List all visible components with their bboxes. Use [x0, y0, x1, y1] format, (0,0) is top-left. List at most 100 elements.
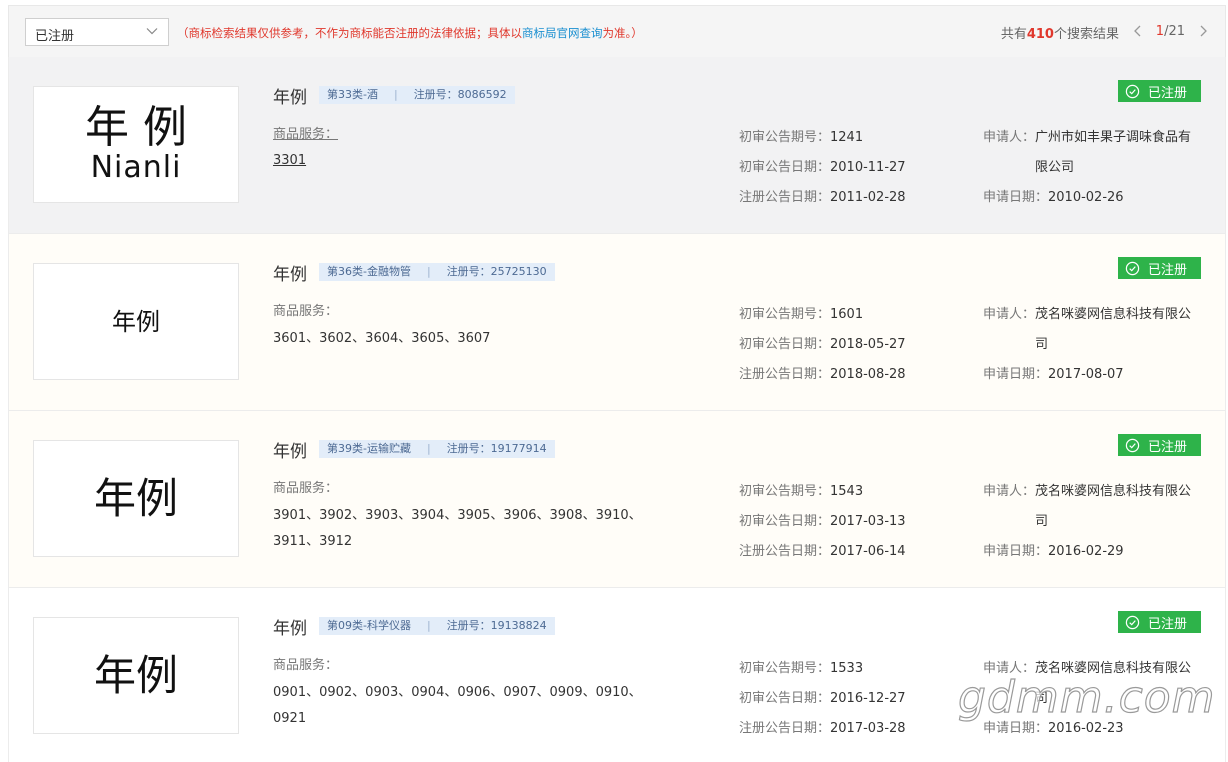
services-codes: 3601、3602、3604、3605、3607 [273, 331, 491, 346]
prelim-number-label: 初审公告期号： [739, 130, 831, 145]
tag-separator: | [393, 88, 398, 101]
pagination: 1/21 [1130, 21, 1211, 41]
reg-date-label: 注册公告日期： [739, 367, 831, 382]
applicant-label: 申请人： [983, 307, 1036, 322]
applicant-row: 申请人： 茂名咪婆网信息科技有限公司 [983, 477, 1203, 537]
prelim-number-row: 初审公告期号：1601 [739, 300, 906, 330]
results-toolbar: 已注册 （商标检索结果仅供参考，不作为商标能否注册的法律依据；具体以商标局官网查… [8, 5, 1226, 57]
next-page-icon[interactable] [1195, 23, 1211, 39]
check-circle-icon [1125, 261, 1140, 275]
applicant-name: 茂名咪婆网信息科技有限公司 [1035, 661, 1192, 706]
tag-separator: | [426, 442, 431, 455]
prev-page-icon[interactable] [1130, 23, 1146, 39]
status-badge: 已注册 [1118, 611, 1201, 633]
trademark-name[interactable]: 年例 [273, 83, 307, 108]
official-site-link[interactable]: 商标局官网查询 [522, 26, 603, 40]
trademark-name[interactable]: 年例 [273, 437, 307, 462]
services-label: 商品服务： [273, 658, 339, 673]
services-codes[interactable]: 3301 [273, 151, 643, 171]
prelim-number: 1533 [830, 661, 864, 676]
prelim-date-label: 初审公告日期： [739, 160, 831, 175]
trademark-logo[interactable]: 年例 [33, 440, 239, 557]
trademark-name[interactable]: 年例 [273, 260, 307, 285]
reg-date: 2011-02-28 [830, 190, 906, 205]
result-item[interactable]: 年例 年例 第39类-运输贮藏 | 注册号：19177914 商品服务： 3901、… [8, 411, 1226, 588]
prelim-number-label: 初审公告期号： [739, 661, 831, 676]
class-category: 第39类-运输贮藏 [327, 442, 411, 455]
status-badge-label: 已注册 [1148, 439, 1188, 455]
class-category: 第33类-酒 [327, 88, 378, 101]
services-label: 商品服务： [273, 481, 339, 496]
applicant-row: 申请人： 茂名咪婆网信息科技有限公司 [983, 300, 1203, 360]
reg-date: 2017-03-28 [830, 721, 906, 736]
result-count-number: 410 [1026, 27, 1054, 42]
applicant-row: 申请人： 茂名咪婆网信息科技有限公司 [983, 654, 1203, 714]
result-item[interactable]: 年 例 Nianli 年例 第33类-酒 | 注册号：8086592 商品服务： 3… [8, 57, 1226, 234]
prelim-date-row: 初审公告日期：2017-03-13 [739, 507, 906, 537]
disclaimer-text: （商标检索结果仅供参考，不作为商标能否注册的法律依据；具体以商标局官网查询为准。… [177, 25, 643, 41]
prelim-date: 2016-12-27 [830, 691, 906, 706]
services-label: 商品服务： [273, 304, 339, 319]
services-codes: 0901、0902、0903、0904、0906、0907、0909、0910、… [273, 685, 642, 726]
applicant-name: 茂名咪婆网信息科技有限公司 [1035, 307, 1192, 352]
apply-date: 2010-02-26 [1048, 190, 1124, 205]
result-count: 共有410个搜索结果 [1001, 23, 1119, 42]
reg-date-label: 注册公告日期： [739, 544, 831, 559]
class-tag: 第39类-运输贮藏 | 注册号：19177914 [319, 440, 555, 458]
tag-separator: | [426, 619, 431, 632]
services-label[interactable]: 商品服务： [273, 123, 338, 142]
applicant-info: 申请人： 茂名咪婆网信息科技有限公司 申请日期：2016-02-29 [983, 477, 1203, 567]
prelim-date-row: 初审公告日期：2018-05-27 [739, 330, 906, 360]
apply-date-label: 申请日期： [983, 544, 1049, 559]
applicant-row: 申请人： 广州市如丰果子调味食品有限公司 [983, 123, 1203, 183]
trademark-logo[interactable]: 年例 [33, 617, 239, 734]
trademark-logo[interactable]: 年 例 Nianli [33, 86, 239, 203]
prelim-date: 2017-03-13 [830, 514, 906, 529]
check-circle-icon [1125, 84, 1140, 98]
disclaimer-suffix: 为准。） [602, 26, 643, 40]
logo-chinese-text: 年例 [93, 473, 178, 523]
applicant-label: 申请人： [983, 661, 1036, 676]
apply-date: 2016-02-23 [1048, 721, 1124, 736]
status-filter-value: 已注册 [35, 29, 75, 44]
prelim-date-label: 初审公告日期： [739, 514, 831, 529]
reg-date-row: 注册公告日期：2018-08-28 [739, 360, 906, 390]
status-filter-select[interactable]: 已注册 [25, 18, 169, 46]
class-category: 第09类-科学仪器 [327, 619, 411, 632]
prelim-number-row: 初审公告期号：1533 [739, 654, 906, 684]
apply-date: 2017-08-07 [1048, 367, 1124, 382]
applicant-info: 申请人： 茂名咪婆网信息科技有限公司 申请日期：2017-08-07 [983, 300, 1203, 390]
class-tag: 第09类-科学仪器 | 注册号：19138824 [319, 617, 555, 635]
status-badge: 已注册 [1118, 80, 1201, 102]
prelim-number-label: 初审公告期号： [739, 307, 831, 322]
reg-date: 2018-08-28 [830, 367, 906, 382]
applicant-info: 申请人： 茂名咪婆网信息科技有限公司 申请日期：2016-02-23 [983, 654, 1203, 744]
registration-number: 注册号：25725130 [446, 265, 547, 278]
trademark-name[interactable]: 年例 [273, 614, 307, 639]
announcement-info: 初审公告期号：1533 初审公告日期：2016-12-27 注册公告日期：201… [739, 654, 906, 744]
result-item[interactable]: 年例 年例 第36类-金融物管 | 注册号：25725130 商品服务： 3601、… [8, 234, 1226, 411]
prelim-date: 2018-05-27 [830, 337, 906, 352]
applicant-name: 茂名咪婆网信息科技有限公司 [1035, 484, 1192, 529]
check-circle-icon [1125, 438, 1140, 452]
prelim-date-label: 初审公告日期： [739, 691, 831, 706]
trademark-logo[interactable]: 年例 [33, 263, 239, 380]
status-badge-label: 已注册 [1148, 85, 1188, 101]
applicant-label: 申请人： [983, 484, 1036, 499]
reg-date-row: 注册公告日期：2017-03-28 [739, 714, 906, 744]
page-indicator: 1/21 [1156, 24, 1185, 39]
status-badge: 已注册 [1118, 257, 1201, 279]
apply-date-row: 申请日期：2017-08-07 [983, 360, 1203, 390]
applicant-name: 广州市如丰果子调味食品有限公司 [1035, 130, 1192, 175]
prelim-number-row: 初审公告期号：1543 [739, 477, 906, 507]
services-codes: 3901、3902、3903、3904、3905、3906、3908、3910、… [273, 508, 642, 549]
chevron-down-icon [146, 28, 158, 35]
prelim-number-label: 初审公告期号： [739, 484, 831, 499]
logo-chinese-text: 年 例 [85, 101, 187, 153]
result-item[interactable]: 年例 年例 第09类-科学仪器 | 注册号：19138824 商品服务： 0901、… [8, 588, 1226, 762]
status-badge-label: 已注册 [1148, 616, 1188, 632]
apply-date-label: 申请日期： [983, 190, 1049, 205]
reg-date-label: 注册公告日期： [739, 190, 831, 205]
disclaimer-prefix: （商标检索结果仅供参考，不作为商标能否注册的法律依据；具体以 [177, 26, 522, 40]
status-badge: 已注册 [1118, 434, 1201, 456]
